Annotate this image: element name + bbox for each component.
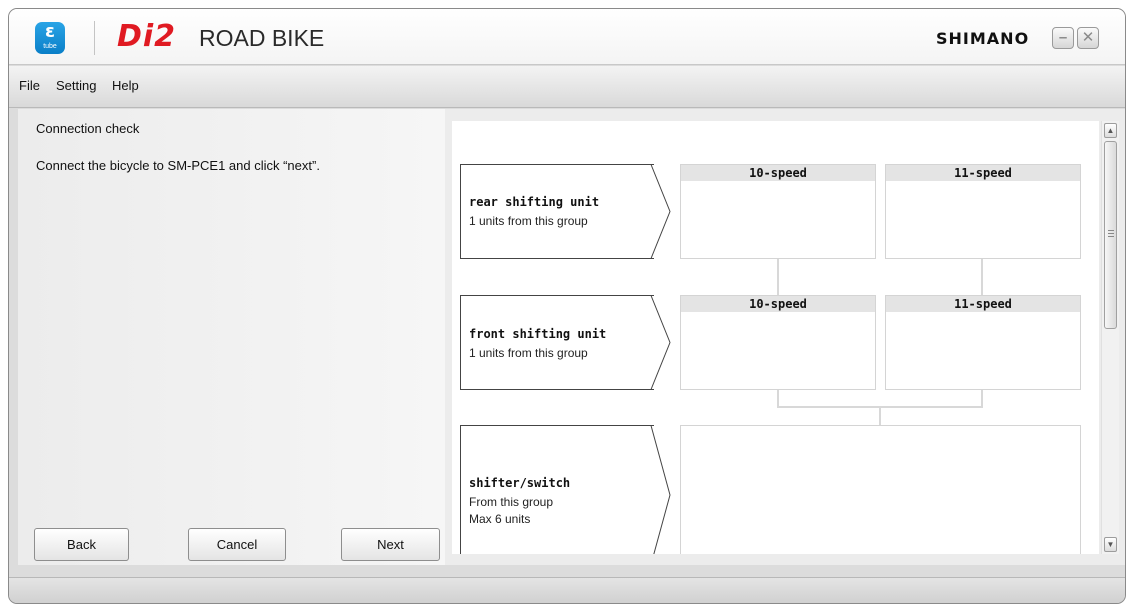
instruction-text: Connect the bicycle to SM-PCE1 and click… [36, 158, 320, 173]
close-icon[interactable]: ✕ [1077, 27, 1099, 49]
connector-line [981, 390, 983, 407]
etube-icon-glyph: ε [44, 21, 56, 42]
shifter-title: shifter/switch [469, 476, 571, 490]
arrow-shape [650, 425, 671, 554]
back-button[interactable]: Back [34, 528, 129, 561]
shifter-slot-area[interactable] [680, 425, 1081, 554]
scroll-grip-icon [1108, 230, 1114, 237]
front-unit-count: 1 units from this group [469, 346, 588, 360]
rear-unit-count: 1 units from this group [469, 214, 588, 228]
title-bar: ε tube Di2 ROAD BIKE SHIMANO – ✕ [9, 9, 1125, 65]
next-button[interactable]: Next [341, 528, 440, 561]
etube-icon-label: tube [43, 43, 57, 50]
slot-header: 10-speed [681, 165, 875, 181]
rear-11-speed-slot[interactable]: 11-speed [885, 164, 1081, 259]
shifter-switch-label: shifter/switch From this group Max 6 uni… [460, 425, 672, 554]
slot-header: 10-speed [681, 296, 875, 312]
connector-line [777, 390, 779, 407]
rear-10-speed-slot[interactable]: 10-speed [680, 164, 876, 259]
vertical-scrollbar[interactable]: ▲ ▼ [1101, 121, 1119, 554]
unit-diagram: rear shifting unit 1 units from this gro… [452, 121, 1099, 554]
arrow-shape [650, 164, 671, 259]
front-unit-title: front shifting unit [469, 327, 607, 341]
right-panel: rear shifting unit 1 units from this gro… [445, 109, 1125, 565]
rear-unit-title: rear shifting unit [469, 195, 600, 209]
cancel-button[interactable]: Cancel [188, 528, 286, 561]
shifter-sub-1: From this group [469, 495, 554, 509]
front-shifting-unit-label: front shifting unit 1 units from this gr… [460, 295, 672, 390]
front-11-speed-slot[interactable]: 11-speed [885, 295, 1081, 390]
app-window: ε tube Di2 ROAD BIKE SHIMANO – ✕ File Se… [8, 8, 1126, 604]
menu-file[interactable]: File [19, 78, 40, 94]
minimize-icon[interactable]: – [1052, 27, 1074, 49]
etube-app-icon: ε tube [35, 22, 65, 54]
connector-line [777, 259, 779, 295]
connector-line [879, 406, 881, 425]
shimano-logo: SHIMANO [936, 29, 1030, 48]
menu-help[interactable]: Help [112, 78, 139, 94]
menu-setting[interactable]: Setting [56, 78, 96, 94]
panel-title: Connection check [36, 121, 140, 136]
left-panel: Connection check Connect the bicycle to … [18, 109, 445, 565]
scroll-up-icon[interactable]: ▲ [1104, 123, 1117, 138]
app-subtitle: ROAD BIKE [199, 25, 325, 51]
menu-bar: File Setting Help [9, 66, 1125, 108]
di2-logo: Di2 [117, 19, 177, 54]
arrow-shape [650, 295, 671, 390]
connector-line [981, 259, 983, 295]
slot-header: 11-speed [886, 296, 1080, 312]
scroll-thumb[interactable] [1104, 141, 1117, 329]
slot-header: 11-speed [886, 165, 1080, 181]
title-divider [94, 21, 95, 55]
rear-shifting-unit-label: rear shifting unit 1 units from this gro… [460, 164, 672, 259]
status-bar [9, 577, 1125, 603]
front-10-speed-slot[interactable]: 10-speed [680, 295, 876, 390]
shifter-sub-2: Max 6 units [469, 512, 531, 526]
scroll-down-icon[interactable]: ▼ [1104, 537, 1117, 552]
